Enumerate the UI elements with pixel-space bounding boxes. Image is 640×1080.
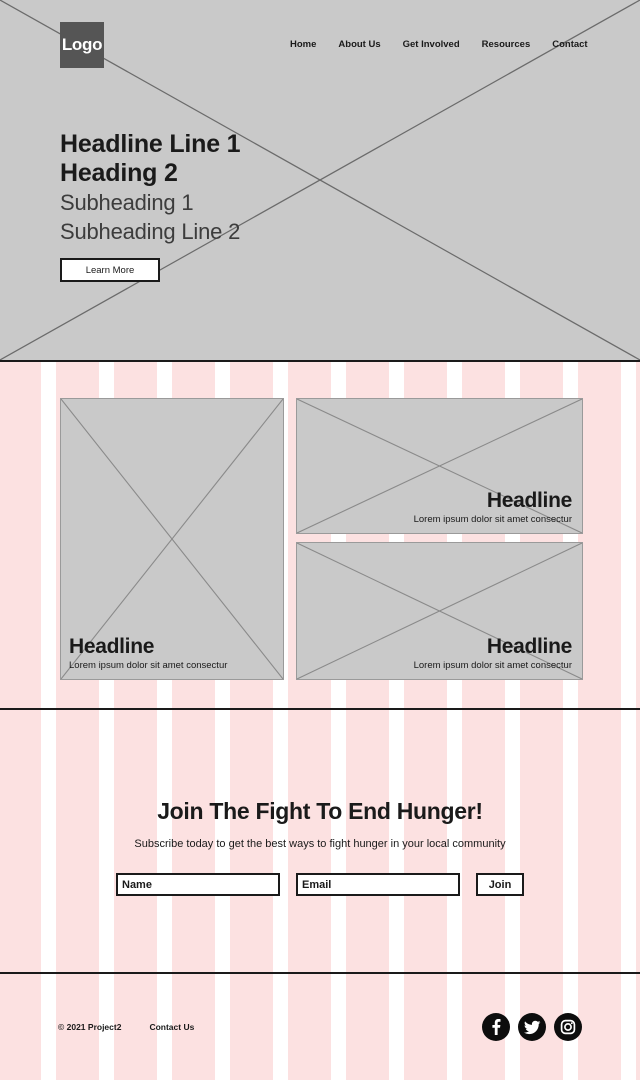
copyright-text: © 2021 Project2 (58, 1022, 122, 1032)
newsletter-form: Join (0, 873, 640, 896)
newsletter-title: Join The Fight To End Hunger! (157, 798, 483, 824)
instagram-icon[interactable] (554, 1013, 582, 1041)
twitter-icon[interactable] (518, 1013, 546, 1041)
nav-item-home[interactable]: Home (290, 39, 316, 50)
site-footer: © 2021 Project2 Contact Us (0, 974, 640, 1080)
email-input[interactable] (296, 873, 460, 896)
feature-cards-section: Headline Lorem ipsum dolor sit amet cons… (0, 362, 640, 710)
footer-links: © 2021 Project2 Contact Us (58, 1022, 194, 1032)
feature-card-bottom-right[interactable]: Headline Lorem ipsum dolor sit amet cons… (296, 542, 583, 680)
join-button[interactable]: Join (476, 873, 524, 896)
nav-item-about-us[interactable]: About Us (338, 39, 380, 50)
wireframe-page: Logo Home About Us Get Involved Resource… (0, 0, 640, 1080)
feature-card-top-right[interactable]: Headline Lorem ipsum dolor sit amet cons… (296, 398, 583, 534)
learn-more-button[interactable]: Learn More (60, 258, 160, 282)
social-links (482, 1013, 582, 1041)
card-headline: Headline (486, 489, 572, 512)
hero-text-block: Headline Line 1 Heading 2 Subheading 1 S… (60, 130, 241, 282)
card-description: Lorem ipsum dolor sit amet consectur (69, 660, 228, 671)
name-input[interactable] (116, 873, 280, 896)
nav-item-get-involved[interactable]: Get Involved (403, 39, 460, 50)
hero-headline-line-1: Headline Line 1 (60, 130, 241, 158)
hero-subheading-line-2: Subheading Line 2 (60, 219, 241, 244)
facebook-icon[interactable] (482, 1013, 510, 1041)
nav-item-contact[interactable]: Contact (552, 39, 587, 50)
hero-subheading-1: Subheading 1 (60, 190, 194, 215)
main-navigation: Home About Us Get Involved Resources Con… (290, 39, 588, 50)
card-caption: Headline Lorem ipsum dolor sit amet cons… (69, 635, 273, 671)
card-headline: Headline (69, 635, 155, 658)
card-caption: Headline Lorem ipsum dolor sit amet cons… (305, 635, 573, 671)
footer-contact-us-link[interactable]: Contact Us (149, 1022, 194, 1032)
hero-heading-2: Heading 2 (60, 159, 178, 187)
nav-item-resources[interactable]: Resources (482, 39, 531, 50)
hero-section: Logo Home About Us Get Involved Resource… (0, 0, 640, 362)
card-description: Lorem ipsum dolor sit amet consectur (413, 514, 572, 525)
card-caption: Headline Lorem ipsum dolor sit amet cons… (305, 489, 573, 525)
newsletter-subtitle: Subscribe today to get the best ways to … (134, 838, 506, 850)
logo-label: Logo (61, 35, 103, 54)
site-logo[interactable]: Logo (60, 22, 104, 68)
card-description: Lorem ipsum dolor sit amet consectur (413, 660, 572, 671)
newsletter-section: Join The Fight To End Hunger! Subscribe … (0, 710, 640, 974)
feature-card-large[interactable]: Headline Lorem ipsum dolor sit amet cons… (60, 398, 284, 680)
card-headline: Headline (486, 635, 572, 658)
